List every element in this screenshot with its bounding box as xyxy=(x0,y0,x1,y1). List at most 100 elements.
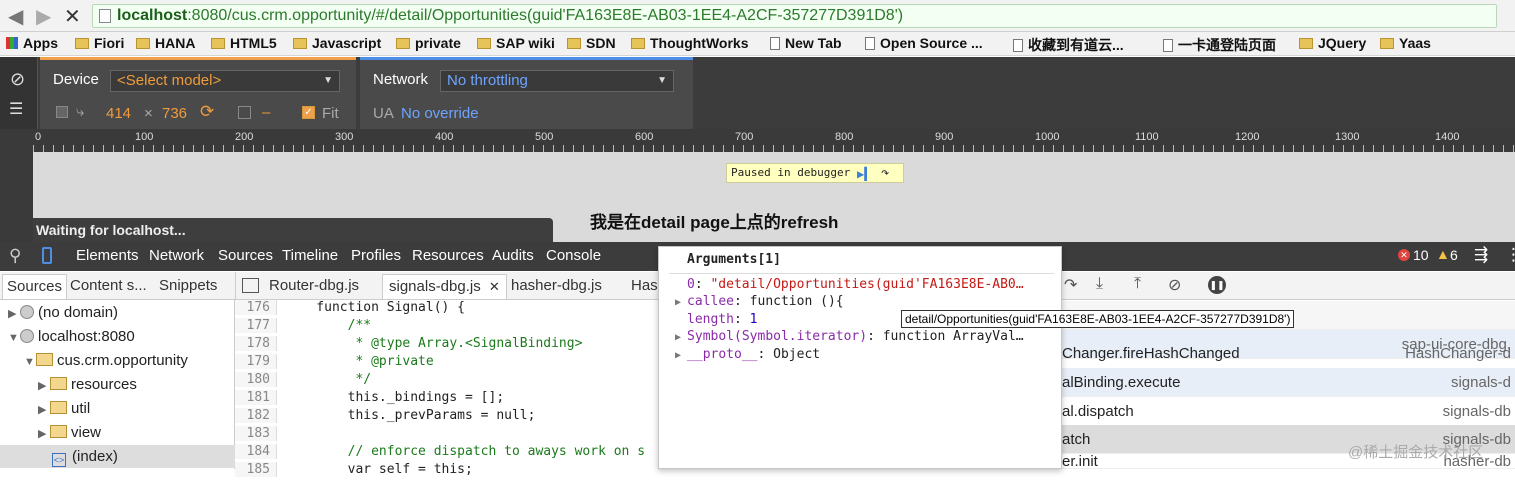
tab-elements[interactable]: Elements xyxy=(76,247,139,264)
line-number[interactable]: 185 xyxy=(235,462,277,477)
resume-icon[interactable]: ▶▍ xyxy=(857,165,871,183)
tab-sources-navigator[interactable]: Sources xyxy=(2,274,68,299)
ua-value[interactable]: No override xyxy=(401,105,479,122)
line-number[interactable]: 183 xyxy=(235,426,277,441)
pause-on-exceptions-icon[interactable]: ❚❚ xyxy=(1208,276,1226,294)
line-number[interactable]: 184 xyxy=(235,444,277,459)
deactivate-breakpoints-icon[interactable]: ⊘ xyxy=(1168,275,1181,295)
error-icon: ✕ xyxy=(1398,249,1410,261)
tab-sources[interactable]: Sources xyxy=(218,247,273,264)
error-count[interactable]: 10 xyxy=(1413,247,1429,263)
bookmark-thoughtworks[interactable]: ThoughtWorks xyxy=(631,35,749,51)
address-bar: ◀ ▶ ✕ localhost:8080/cus.crm.opportunity… xyxy=(0,0,1515,32)
tree-item-no-domain[interactable]: ▶ (no domain) xyxy=(0,301,235,324)
tree-item-index[interactable]: <> (index) xyxy=(0,445,235,468)
popover-row-0[interactable]: 0: "detail/Opportunities(guid'FA163E8E-A… xyxy=(687,277,1024,295)
step-into-icon[interactable]: ⤓ xyxy=(1096,275,1103,293)
stop-icon[interactable]: ✕ xyxy=(64,4,81,29)
more-icon[interactable]: ⋮ xyxy=(1505,245,1515,265)
line-number[interactable]: 182 xyxy=(235,408,277,423)
bookmark-private[interactable]: private xyxy=(396,35,461,51)
line-number[interactable]: 180 xyxy=(235,372,277,387)
callstack-row[interactable]: al.dispatch signals-db xyxy=(1062,397,1515,426)
close-icon[interactable]: ✕ xyxy=(489,279,500,294)
url-field[interactable]: localhost:8080/cus.crm.opportunity/#/det… xyxy=(92,4,1497,28)
swap-dimensions-icon[interactable]: ⟳ xyxy=(200,102,214,122)
console-drawer-icon[interactable]: ⇶ xyxy=(1474,245,1488,265)
page-icon xyxy=(1013,38,1023,52)
tab-network[interactable]: Network xyxy=(149,247,204,264)
bookmark-yikatong[interactable]: 一卡通登陆页面 xyxy=(1163,35,1276,55)
tree-item-view[interactable]: ▶ view xyxy=(0,421,235,444)
height-field[interactable]: 736 xyxy=(162,105,187,122)
bookmark-fiori[interactable]: Fiori xyxy=(75,35,124,51)
bookmark-sdn[interactable]: SDN xyxy=(567,35,616,51)
line-number[interactable]: 177 xyxy=(235,318,277,333)
tree-item-localhost[interactable]: ▼ localhost:8080 xyxy=(0,325,235,348)
property-key: 0 xyxy=(687,277,695,292)
drawer-icon[interactable]: ☰ xyxy=(9,99,23,119)
bookmark-yaas[interactable]: Yaas xyxy=(1380,35,1431,51)
tab-resources[interactable]: Resources xyxy=(412,247,484,264)
line-number[interactable]: 181 xyxy=(235,390,277,405)
popover-row-length[interactable]: length: 1 xyxy=(687,312,757,330)
callstack-row[interactable]: alBinding.execute signals-d xyxy=(1062,368,1515,397)
toggle-navigator-icon[interactable] xyxy=(242,278,259,293)
line-number[interactable]: 176 xyxy=(235,300,277,315)
inspect-icon[interactable]: ⚲ xyxy=(9,246,21,266)
tab-audits[interactable]: Audits xyxy=(492,247,534,264)
popover-row-proto[interactable]: ▶ __proto__: Object xyxy=(675,347,820,365)
warning-count[interactable]: 6 xyxy=(1450,247,1458,263)
tab-profiles[interactable]: Profiles xyxy=(351,247,401,264)
tab-router-dbg[interactable]: Router-dbg.js xyxy=(269,277,359,294)
step-out-icon[interactable]: ⤒ xyxy=(1134,275,1141,293)
tab-snippets[interactable]: Snippets xyxy=(159,277,217,294)
fit-checkbox[interactable]: ✓ xyxy=(302,106,315,119)
tab-hasher-dbg[interactable]: hasher-dbg.js xyxy=(511,277,602,294)
callstack-function: atch xyxy=(1062,431,1091,448)
bookmark-html5[interactable]: HTML5 xyxy=(211,35,277,51)
tab-timeline[interactable]: Timeline xyxy=(282,247,338,264)
url-path: :8080/cus.crm.opportunity/#/detail/Oppor… xyxy=(187,7,904,24)
tab-console[interactable]: Console xyxy=(546,247,601,264)
device-select[interactable]: <Select model> ▼ xyxy=(110,70,340,92)
step-over-icon[interactable]: ↷ xyxy=(1064,275,1077,295)
bookmark-jquery[interactable]: JQuery xyxy=(1299,35,1366,51)
width-field[interactable]: 414 xyxy=(106,105,131,122)
bookmark-javascript[interactable]: Javascript xyxy=(293,35,381,51)
tree-item-util[interactable]: ▶ util xyxy=(0,397,235,420)
step-over-icon[interactable]: ↷ xyxy=(881,164,889,182)
back-icon[interactable]: ◀ xyxy=(8,4,23,29)
network-throttling-select[interactable]: No throttling ▼ xyxy=(440,70,674,92)
tab-signals-dbg[interactable]: signals-dbg.js ✕ xyxy=(382,274,507,299)
bookmark-hana[interactable]: HANA xyxy=(136,35,195,51)
popover-row-callee[interactable]: ▶ callee: function (){ xyxy=(675,294,844,312)
bookmarks-bar: Apps Fiori HANA HTML5 Javascript private… xyxy=(0,32,1515,56)
forward-icon[interactable]: ▶ xyxy=(36,4,51,29)
line-number[interactable]: 178 xyxy=(235,336,277,351)
value-tooltip: detail/Opportunities(guid'FA163E8E-AB03-… xyxy=(901,310,1295,328)
pixel-ratio-value[interactable]: – xyxy=(262,104,270,121)
callstack-row[interactable]: Changer.fireHashChanged HashChanger-d xyxy=(1062,339,1515,368)
bookmark-open-source[interactable]: Open Source ... xyxy=(865,35,983,51)
tree-label: (no domain) xyxy=(38,304,119,321)
line-number[interactable]: 179 xyxy=(235,354,277,369)
tree-item-resources[interactable]: ▶ resources xyxy=(0,373,235,396)
callstack-function: Changer.fireHashChanged xyxy=(1062,345,1240,362)
code-text: // enforce dispatch to aways work on s xyxy=(285,444,646,459)
bookmark-sap-wiki[interactable]: SAP wiki xyxy=(477,35,555,51)
code-editor[interactable]: 176 function Signal() { 177 /** 178 * @t… xyxy=(235,300,660,477)
bookmark-youdao[interactable]: 收藏到有道云... xyxy=(1013,35,1124,55)
device-checkbox[interactable] xyxy=(56,106,68,118)
bookmark-apps[interactable]: Apps xyxy=(6,35,58,51)
bookmark-new-tab[interactable]: New Tab xyxy=(770,35,842,51)
tab-hashchanger[interactable]: Has xyxy=(631,277,658,294)
device-mode-icon[interactable] xyxy=(42,247,52,264)
callstack-file: HashChanger-d xyxy=(1405,345,1511,362)
popover-row-symbol[interactable]: ▶ Symbol(Symbol.iterator): function Arra… xyxy=(675,329,1024,347)
network-panel: Network No throttling ▼ UA No override xyxy=(360,57,693,129)
no-emulation-icon[interactable]: ⊘ xyxy=(10,69,25,90)
tab-content-scripts[interactable]: Content s... xyxy=(70,277,147,294)
bookmark-label: HANA xyxy=(155,35,196,51)
tree-item-cus-crm-opportunity[interactable]: ▼ cus.crm.opportunity xyxy=(0,349,235,372)
